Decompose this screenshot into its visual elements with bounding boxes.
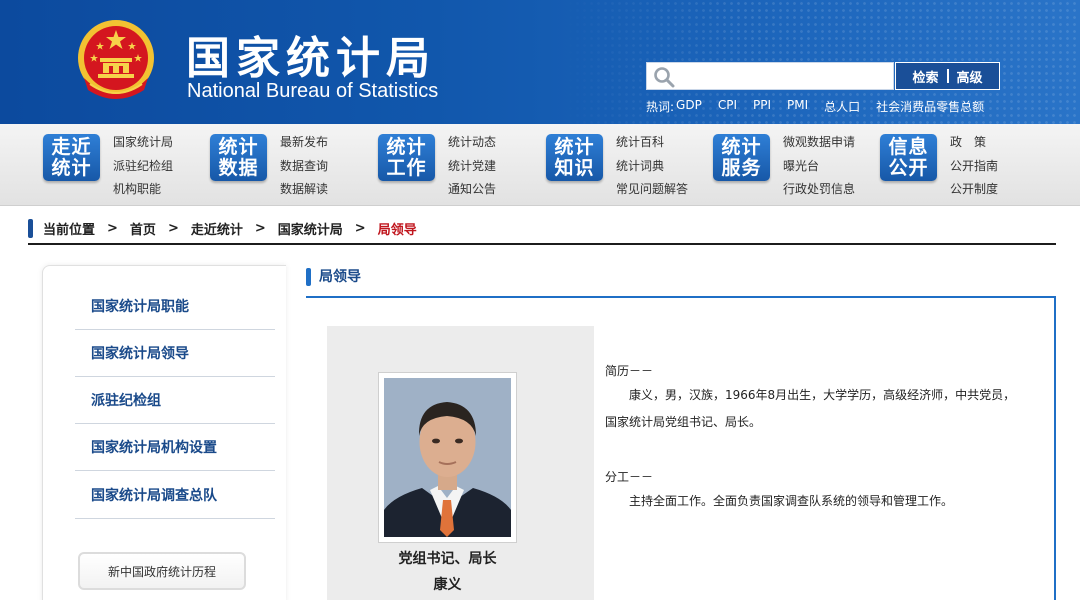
chevron-right-icon: >	[167, 221, 179, 236]
national-emblem-icon	[78, 20, 154, 99]
sidebar-item-leaders[interactable]: 国家统计局领导	[75, 330, 275, 377]
nav-link[interactable]: 统计动态	[448, 131, 496, 155]
search-divider	[946, 69, 949, 83]
chevron-right-icon: >	[354, 221, 366, 236]
nav-link[interactable]: 统计百科	[616, 131, 688, 155]
nav-link[interactable]: 最新发布	[280, 131, 328, 155]
nav-link[interactable]: 统计词典	[616, 155, 688, 179]
nav-badge-line: 数据	[218, 156, 259, 179]
hot-word-link[interactable]: PMI	[787, 98, 808, 115]
statistics-history-button[interactable]: 新中国政府统计历程	[78, 552, 246, 590]
nav-badge-shuju[interactable]: 统计 数据	[210, 134, 267, 181]
sidebar-item-inspection-group[interactable]: 派驻纪检组	[75, 377, 275, 424]
leader-name: 康义	[433, 577, 462, 593]
resume-text: 康义，男，汉族，1966年8月出生，大学学历，高级经济师，中共党员，国家统计局党…	[605, 388, 1016, 429]
breadcrumb-label: 当前位置	[43, 223, 96, 238]
nav-link[interactable]: 派驻纪检组	[113, 155, 173, 179]
section-marker	[306, 268, 311, 286]
breadcrumb: 当前位置 > 首页 > 走近统计 > 国家统计局 > 局领导	[28, 215, 1056, 245]
leader-photo-frame	[378, 372, 517, 543]
nav-badge-line: 知识	[554, 156, 595, 179]
nav-badge-line: 公开	[888, 156, 929, 179]
duty-text: 主持全面工作。全面负责国家调查队系统的领导和管理工作。	[629, 494, 954, 508]
leader-photo	[384, 378, 511, 537]
hot-word-link[interactable]: 社会消费品零售总额	[876, 98, 984, 115]
search-button-group: 检索 高级	[895, 62, 1000, 90]
nav-link[interactable]: 数据查询	[280, 155, 328, 179]
nav-badge-zoujin[interactable]: 走近 统计	[43, 134, 100, 181]
nav-badge-line: 工作	[386, 156, 427, 179]
main-nav: 走近 统计 国家统计局 派驻纪检组 机构职能 统计 数据 最新发布 数据查询 数…	[0, 124, 1080, 206]
nav-badge-line: 统计	[386, 135, 427, 158]
nav-badge-line: 信息	[888, 135, 929, 158]
sidebar-item-organization[interactable]: 国家统计局机构设置	[75, 424, 275, 471]
hot-word-link[interactable]: CPI	[718, 98, 737, 115]
portrait-icon	[384, 378, 511, 537]
hot-words-label: 热词:	[646, 100, 675, 114]
nav-badge-line: 服务	[721, 156, 762, 179]
sidebar-item-functions[interactable]: 国家统计局职能	[75, 283, 275, 330]
hot-words: 热词: GDP CPI PPI PMI 总人口 社会消费品零售总额	[646, 98, 984, 115]
search-input[interactable]	[679, 65, 889, 87]
section-header: 局领导	[306, 264, 1056, 298]
nav-badge-zhishi[interactable]: 统计 知识	[546, 134, 603, 181]
nav-link[interactable]: 公开指南	[950, 155, 998, 179]
section-title: 局领导	[319, 269, 361, 285]
nav-link[interactable]: 通知公告	[448, 178, 496, 202]
section-border-right	[1054, 296, 1056, 600]
search-icon	[654, 67, 675, 88]
breadcrumb-items: 当前位置 > 首页 > 走近统计 > 国家统计局 > 局领导	[43, 219, 417, 238]
leader-role: 党组书记、局长	[398, 551, 497, 567]
breadcrumb-link[interactable]: 国家统计局	[278, 219, 343, 238]
chevron-right-icon: >	[254, 221, 266, 236]
search-box[interactable]	[646, 62, 894, 90]
site-title-en: National Bureau of Statistics	[187, 80, 439, 102]
nav-badge-fuwu[interactable]: 统计 服务	[713, 134, 770, 181]
duty-heading: 分工－－	[605, 470, 654, 484]
nav-link[interactable]: 常见问题解答	[616, 178, 688, 202]
nav-link[interactable]: 统计党建	[448, 155, 496, 179]
sidebar: 国家统计局职能 国家统计局领导 派驻纪检组 国家统计局机构设置 国家统计局调查总…	[42, 265, 286, 600]
nav-links: 统计百科 统计词典 常见问题解答	[616, 131, 688, 202]
nav-link[interactable]: 公开制度	[950, 178, 998, 202]
resume-heading: 简历－－	[605, 364, 654, 378]
nav-link[interactable]: 微观数据申请	[783, 131, 855, 155]
site-header: 国家统计局 National Bureau of Statistics 检索 高…	[0, 0, 1080, 124]
nav-link[interactable]: 曝光台	[783, 155, 855, 179]
hot-word-link[interactable]: 总人口	[824, 98, 860, 115]
nav-badge-line: 走近	[51, 135, 92, 158]
nav-links: 国家统计局 派驻纪检组 机构职能	[113, 131, 173, 202]
site-title-cn: 国家统计局	[186, 33, 436, 84]
nav-badge-line: 统计	[554, 135, 595, 158]
nav-badge-line: 统计	[51, 156, 92, 179]
breadcrumb-current: 局领导	[377, 223, 417, 238]
breadcrumb-link[interactable]: 走近统计	[191, 219, 243, 238]
breadcrumb-marker	[28, 219, 33, 238]
nav-link[interactable]: 机构职能	[113, 178, 173, 202]
nav-badge-line: 统计	[218, 135, 259, 158]
nav-link[interactable]: 数据解读	[280, 178, 328, 202]
sidebar-item-survey-office[interactable]: 国家统计局调查总队	[75, 472, 275, 519]
section-divider	[306, 296, 1056, 298]
nav-links: 政 策 公开指南 公开制度	[950, 131, 998, 202]
nav-link[interactable]: 国家统计局	[113, 131, 173, 155]
hot-word-link[interactable]: GDP	[676, 98, 702, 115]
nav-link[interactable]: 行政处罚信息	[783, 178, 855, 202]
nav-badge-gongzuo[interactable]: 统计 工作	[378, 134, 435, 181]
advanced-search-button[interactable]: 高级	[957, 67, 983, 86]
nav-links: 微观数据申请 曝光台 行政处罚信息	[783, 131, 855, 202]
nav-link[interactable]: 政 策	[950, 131, 998, 155]
nav-links: 最新发布 数据查询 数据解读	[280, 131, 328, 202]
chevron-right-icon: >	[107, 221, 118, 236]
nav-links: 统计动态 统计党建 通知公告	[448, 131, 496, 202]
search-button[interactable]: 检索	[912, 67, 938, 86]
bio-panel	[594, 326, 1037, 600]
nav-badge-gongkai[interactable]: 信息 公开	[880, 134, 937, 181]
nav-badge-line: 统计	[721, 135, 762, 158]
breadcrumb-link-home[interactable]: 首页	[130, 219, 156, 238]
hot-word-link[interactable]: PPI	[753, 98, 771, 115]
